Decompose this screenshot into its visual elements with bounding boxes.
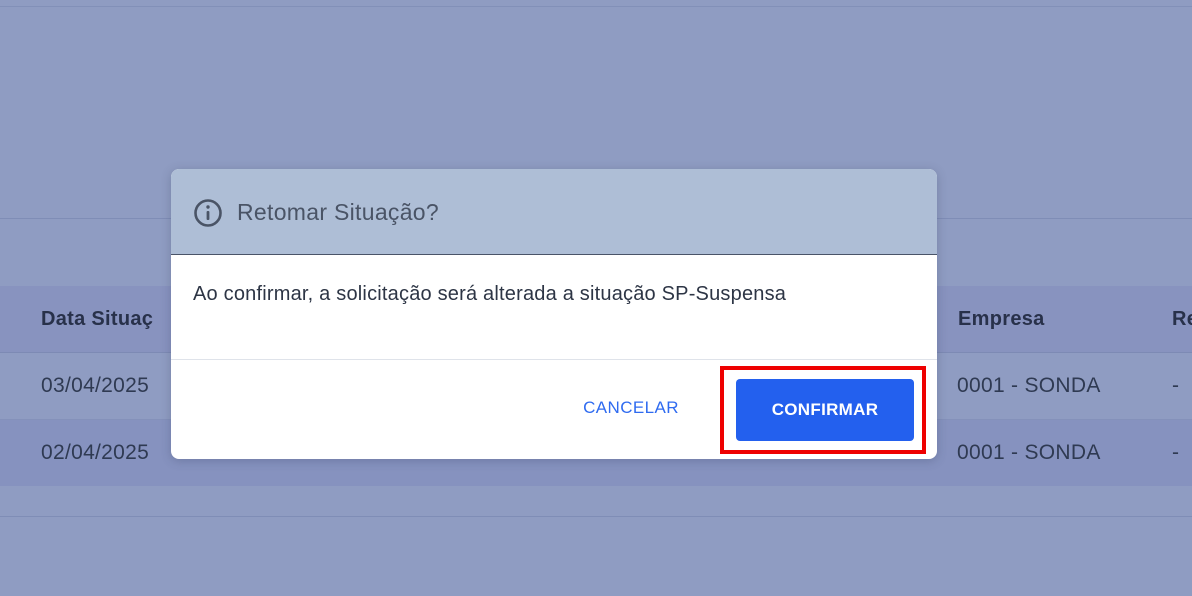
cell-re: - — [1172, 374, 1180, 397]
column-header-empresa[interactable]: Empresa — [958, 307, 1045, 331]
column-header-data-situacao[interactable]: Data Situaç — [41, 307, 153, 331]
top-divider — [0, 6, 1192, 7]
cell-re: - — [1172, 441, 1180, 464]
column-header-re[interactable]: Re — [1172, 307, 1192, 331]
cell-data-situacao: 03/04/2025 — [41, 374, 150, 397]
info-circle-icon — [194, 199, 222, 227]
dialog-title: Retomar Situação? — [237, 199, 439, 225]
cell-empresa: 0001 - SONDA — [957, 441, 1101, 464]
confirm-button-highlight — [720, 366, 926, 454]
cell-data-situacao: 02/04/2025 — [41, 441, 150, 464]
dialog-header: Retomar Situação? — [171, 169, 937, 255]
cancel-button[interactable]: CANCELAR — [566, 391, 696, 425]
table-bottom-divider — [0, 516, 1192, 517]
dialog-divider — [171, 359, 937, 360]
cell-empresa: 0001 - SONDA — [957, 374, 1101, 397]
dialog-message: Ao confirmar, a solicitação será alterad… — [193, 283, 787, 305]
